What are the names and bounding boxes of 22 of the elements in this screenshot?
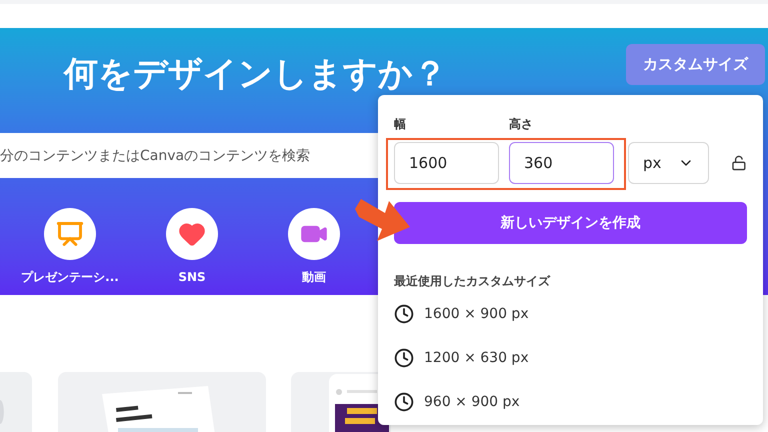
height-label: 高さ — [509, 116, 533, 133]
width-field[interactable]: 1600 — [394, 142, 499, 184]
height-field[interactable]: 360 — [509, 142, 614, 184]
banner-title: 何をデザインしますか？ — [64, 53, 447, 96]
category-button[interactable] — [44, 208, 96, 260]
category-label: プレゼンテーシ... — [21, 269, 119, 286]
lock-icon[interactable] — [731, 155, 747, 171]
category-label: SNS — [178, 269, 206, 286]
recent-size-item[interactable]: 1600 × 900 px — [394, 302, 747, 326]
width-label: 幅 — [394, 116, 407, 133]
clock-icon — [394, 304, 414, 324]
recent-heading: 最近使用したカスタムサイズ — [394, 273, 552, 290]
recent-size-item[interactable]: 960 × 900 px — [394, 390, 747, 414]
category-button[interactable] — [166, 208, 218, 260]
clock-icon — [394, 348, 414, 368]
category-label: 動画 — [302, 269, 326, 286]
category-button[interactable] — [288, 208, 340, 260]
presentation-icon — [56, 220, 84, 248]
unit-dropdown[interactable]: px — [628, 142, 710, 184]
recent-size-item[interactable]: 1200 × 630 px — [394, 346, 747, 370]
create-design-button[interactable]: 新しいデザインを作成 — [394, 202, 747, 244]
clock-icon — [394, 392, 414, 412]
